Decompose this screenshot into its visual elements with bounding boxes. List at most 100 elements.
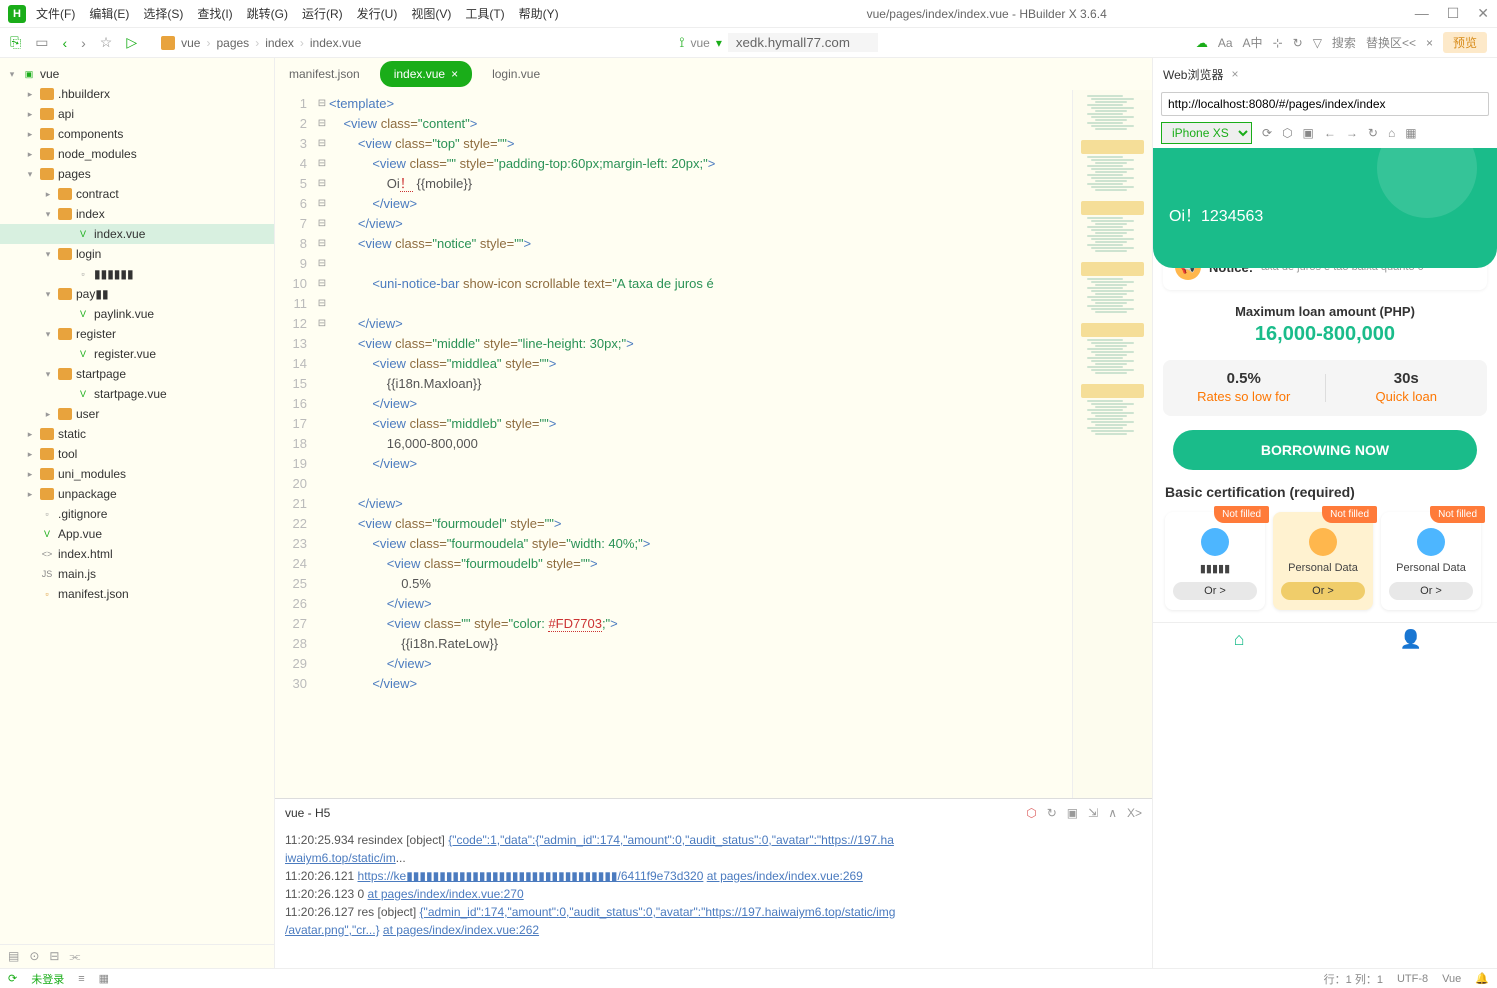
menu-item[interactable]: 运行(R) [302, 5, 343, 22]
menu-item[interactable]: 发行(U) [357, 5, 398, 22]
menu-item[interactable]: 文件(F) [36, 5, 75, 22]
console-stop-icon[interactable]: ⬡ [1026, 806, 1036, 820]
breadcrumb-item[interactable]: index [265, 36, 294, 50]
tab-close-icon[interactable]: × [451, 67, 458, 81]
tree-item[interactable]: ▸node_modules [0, 144, 274, 164]
menu-item[interactable]: 跳转(G) [247, 5, 288, 22]
tree-item[interactable]: VApp.vue [0, 524, 274, 544]
breadcrumb-item[interactable]: vue [181, 36, 200, 50]
card-action[interactable]: Or > [1281, 582, 1365, 600]
devtools-icon[interactable]: ⬡ [1282, 126, 1292, 140]
console-link[interactable]: iwaiym6.top/static/im [285, 851, 396, 865]
console-clear-icon[interactable]: ▣ [1067, 806, 1078, 820]
tree-item[interactable]: ▸static [0, 424, 274, 444]
tab-user-icon[interactable]: 👤 [1325, 629, 1497, 650]
code-content[interactable]: <template> <view class="content"> <view … [329, 90, 1072, 798]
language-mode[interactable]: Vue [1442, 973, 1461, 985]
tree-icon[interactable]: ⊹ [1273, 36, 1283, 50]
tree-item[interactable]: ▸.hbuilderx [0, 84, 274, 104]
card-action[interactable]: Or > [1173, 582, 1257, 600]
tree-item[interactable]: ▾register [0, 324, 274, 344]
tree-item[interactable]: ▾pages [0, 164, 274, 184]
console-collapse-icon[interactable]: ∧ [1108, 806, 1117, 820]
panel-icon[interactable]: ▤ [8, 949, 19, 964]
menu-item[interactable]: 工具(T) [465, 5, 504, 22]
menu-item[interactable]: 选择(S) [143, 5, 183, 22]
cert-card[interactable]: Not filledPersonal DataOr > [1273, 512, 1373, 610]
tree-item[interactable]: ▸contract [0, 184, 274, 204]
grid-icon[interactable]: ▦ [99, 972, 109, 985]
login-status[interactable]: 未登录 [31, 971, 64, 987]
console-close-icon[interactable]: X> [1127, 806, 1142, 820]
tree-root[interactable]: ▾ ▣ vue [0, 64, 274, 84]
tree-item[interactable]: ▸api [0, 104, 274, 124]
tree-item[interactable]: ▾index [0, 204, 274, 224]
menu-item[interactable]: 帮助(Y) [519, 5, 559, 22]
tree-item[interactable]: Vstartpage.vue [0, 384, 274, 404]
tree-item[interactable]: ▾login [0, 244, 274, 264]
tree-item[interactable]: ▾startpage [0, 364, 274, 384]
minimap[interactable] [1072, 90, 1152, 798]
run-url-input[interactable] [728, 33, 878, 52]
home-icon[interactable]: ⌂ [1388, 126, 1395, 140]
collapse-icon[interactable]: ⊟ [49, 949, 59, 964]
tree-item[interactable]: ▸uni_modules [0, 464, 274, 484]
lang-icon[interactable]: A中 [1243, 34, 1263, 51]
breadcrumb-item[interactable]: index.vue [310, 36, 361, 50]
tree-item[interactable]: Vregister.vue [0, 344, 274, 364]
console-link[interactable]: {"admin_id":174,"amount":0,"audit_status… [420, 905, 896, 919]
tree-item[interactable]: ▾pay▮▮ [0, 284, 274, 304]
tab-home-icon[interactable]: ⌂ [1153, 629, 1325, 650]
card-action[interactable]: Or > [1389, 582, 1473, 600]
tree-item[interactable]: ▫manifest.json [0, 584, 274, 604]
editor-tab[interactable]: login.vue [478, 61, 554, 87]
browser-url-input[interactable] [1161, 92, 1489, 116]
encoding[interactable]: UTF-8 [1397, 973, 1428, 985]
console-link[interactable]: /avatar.png","cr...} [285, 923, 380, 937]
tree-item[interactable]: JSmain.js [0, 564, 274, 584]
link-icon[interactable]: ⫘ [69, 949, 80, 964]
preview-viewport[interactable]: Oi！1234563 📢 Notice: axa de juros é tão … [1153, 148, 1497, 968]
tree-item[interactable]: ▸components [0, 124, 274, 144]
reload-page-icon[interactable]: ↻ [1368, 126, 1378, 140]
browser-tab-label[interactable]: Web浏览器 [1163, 66, 1223, 83]
tree-item[interactable]: ▫▮▮▮▮▮▮ [0, 264, 274, 284]
nav-forward-icon[interactable]: → [1346, 126, 1358, 140]
notification-icon[interactable]: 🔔 [1475, 972, 1489, 985]
borrow-button[interactable]: BORROWING NOW [1173, 430, 1477, 470]
console-link[interactable]: https://ke▮▮▮▮▮▮▮▮▮▮▮▮▮▮▮▮▮▮▮▮▮▮▮▮▮▮▮▮▮▮… [358, 869, 704, 883]
console-link[interactable]: {"code":1,"data":{"admin_id":174,"amount… [448, 833, 894, 847]
cloud-icon[interactable]: ☁ [1196, 36, 1208, 50]
console-link[interactable]: at pages/index/index.vue:269 [707, 869, 863, 883]
browser-tab-close-icon[interactable]: × [1231, 67, 1238, 81]
replace-label[interactable]: 替换区<< [1366, 34, 1416, 51]
menu-item[interactable]: 编辑(E) [89, 5, 129, 22]
minimize-icon[interactable]: — [1415, 5, 1429, 22]
console-link[interactable]: at pages/index/index.vue:270 [368, 887, 524, 901]
editor-tab[interactable]: index.vue× [380, 61, 472, 87]
console-export-icon[interactable]: ⇲ [1088, 806, 1098, 820]
tree-item[interactable]: Vindex.vue [0, 224, 274, 244]
back-icon[interactable]: ‹ [62, 35, 67, 51]
menu-item[interactable]: 查找(I) [197, 5, 232, 22]
console-link[interactable]: at pages/index/index.vue:262 [383, 923, 539, 937]
device-select[interactable]: iPhone XS [1161, 122, 1252, 144]
editor-tab[interactable]: manifest.json [275, 61, 374, 87]
console-tab[interactable]: vue - H5 [285, 806, 330, 820]
star-icon[interactable]: ☆ [100, 34, 113, 51]
console-restart-icon[interactable]: ↻ [1047, 806, 1057, 820]
search-label[interactable]: 搜索 [1332, 34, 1356, 51]
tree-item[interactable]: ▸unpackage [0, 484, 274, 504]
open-file-icon[interactable]: ▭ [35, 34, 48, 51]
preview-button[interactable]: 预览 [1443, 32, 1487, 53]
text-icon[interactable]: Aa [1218, 36, 1233, 50]
breadcrumb-item[interactable]: pages [216, 36, 249, 50]
list-icon[interactable]: ≡ [78, 973, 84, 985]
forward-icon[interactable]: › [81, 35, 86, 51]
tree-item[interactable]: ▫.gitignore [0, 504, 274, 524]
close-search-icon[interactable]: × [1426, 36, 1433, 50]
console-output[interactable]: 11:20:25.934 resindex [object] {"code":1… [275, 827, 1152, 968]
sync-icon[interactable]: ⟳ [8, 972, 17, 985]
tree-item[interactable]: <>index.html [0, 544, 274, 564]
tree-item[interactable]: ▸tool [0, 444, 274, 464]
